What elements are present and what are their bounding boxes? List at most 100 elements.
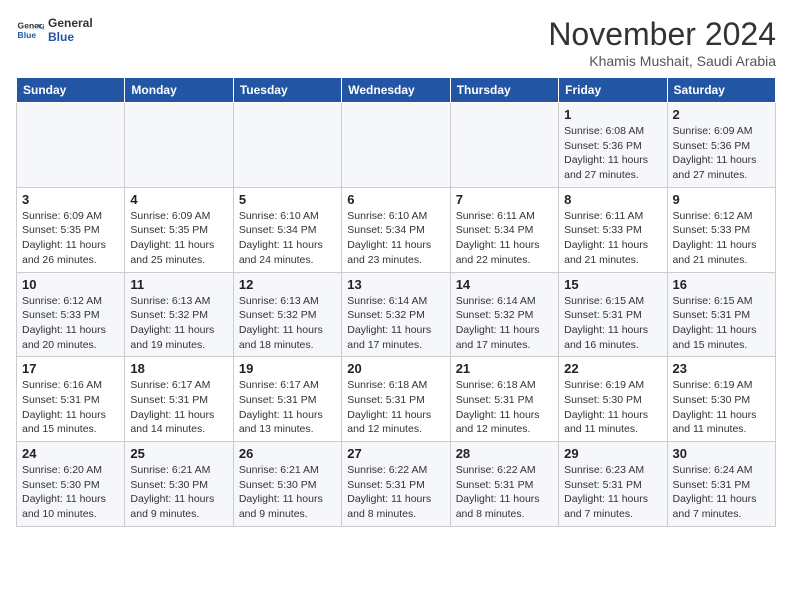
day-number: 1 <box>564 107 661 122</box>
calendar-week-5: 24 Sunrise: 6:20 AMSunset: 5:30 PMDayligh… <box>17 442 776 527</box>
day-number: 19 <box>239 361 336 376</box>
calendar-cell <box>125 103 233 188</box>
day-number: 10 <box>22 277 119 292</box>
logo-icon: General Blue <box>16 16 44 44</box>
calendar-cell: 5Sunrise: 6:10 AMSunset: 5:34 PMDaylight… <box>233 187 341 272</box>
day-number: 8 <box>564 192 661 207</box>
day-number: 3 <box>22 192 119 207</box>
day-header-saturday: Saturday <box>667 78 775 103</box>
day-number: 4 <box>130 192 227 207</box>
calendar-cell: 8 Sunrise: 6:11 AMSunset: 5:33 PMDaylight… <box>559 187 667 272</box>
day-info: Sunrise: 6:10 AMSunset: 5:34 PMDaylight:… <box>239 209 336 268</box>
day-number: 18 <box>130 361 227 376</box>
day-info: Sunrise: 6:19 AMSunset: 5:30 PMDaylight:… <box>564 378 661 437</box>
calendar-cell <box>233 103 341 188</box>
calendar-cell: 3 Sunrise: 6:09 AMSunset: 5:35 PMDaylight… <box>17 187 125 272</box>
page-header: General Blue General Blue November 2024 … <box>16 16 776 69</box>
calendar-cell: 13Sunrise: 6:14 AMSunset: 5:32 PMDayligh… <box>342 272 450 357</box>
day-info: Sunrise: 6:09 AMSunset: 5:35 PMDaylight:… <box>22 209 119 268</box>
calendar-cell: 30 Sunrise: 6:24 AMSunset: 5:31 PMDayligh… <box>667 442 775 527</box>
calendar-cell: 29 Sunrise: 6:23 AMSunset: 5:31 PMDayligh… <box>559 442 667 527</box>
month-title: November 2024 <box>548 16 776 53</box>
calendar-cell: 9 Sunrise: 6:12 AMSunset: 5:33 PMDaylight… <box>667 187 775 272</box>
day-header-monday: Monday <box>125 78 233 103</box>
day-number: 16 <box>673 277 770 292</box>
day-info: Sunrise: 6:19 AMSunset: 5:30 PMDaylight:… <box>673 378 770 437</box>
day-info: Sunrise: 6:22 AMSunset: 5:31 PMDaylight:… <box>456 463 553 522</box>
day-number: 15 <box>564 277 661 292</box>
calendar-cell <box>450 103 558 188</box>
calendar-cell: 27Sunrise: 6:22 AMSunset: 5:31 PMDayligh… <box>342 442 450 527</box>
day-info: Sunrise: 6:11 AMSunset: 5:34 PMDaylight:… <box>456 209 553 268</box>
day-number: 6 <box>347 192 444 207</box>
calendar-week-3: 10 Sunrise: 6:12 AMSunset: 5:33 PMDayligh… <box>17 272 776 357</box>
calendar-cell: 10 Sunrise: 6:12 AMSunset: 5:33 PMDayligh… <box>17 272 125 357</box>
calendar-week-2: 3 Sunrise: 6:09 AMSunset: 5:35 PMDaylight… <box>17 187 776 272</box>
day-info: Sunrise: 6:17 AMSunset: 5:31 PMDaylight:… <box>239 378 336 437</box>
calendar-body: 1 Sunrise: 6:08 AMSunset: 5:36 PMDaylight… <box>17 103 776 527</box>
calendar-cell: 22 Sunrise: 6:19 AMSunset: 5:30 PMDayligh… <box>559 357 667 442</box>
day-number: 11 <box>130 277 227 292</box>
calendar-header-row: SundayMondayTuesdayWednesdayThursdayFrid… <box>17 78 776 103</box>
day-info: Sunrise: 6:13 AMSunset: 5:32 PMDaylight:… <box>239 294 336 353</box>
day-info: Sunrise: 6:12 AMSunset: 5:33 PMDaylight:… <box>673 209 770 268</box>
calendar-cell: 23 Sunrise: 6:19 AMSunset: 5:30 PMDayligh… <box>667 357 775 442</box>
day-number: 30 <box>673 446 770 461</box>
calendar-cell: 25Sunrise: 6:21 AMSunset: 5:30 PMDayligh… <box>125 442 233 527</box>
day-info: Sunrise: 6:23 AMSunset: 5:31 PMDaylight:… <box>564 463 661 522</box>
day-info: Sunrise: 6:18 AMSunset: 5:31 PMDaylight:… <box>347 378 444 437</box>
day-info: Sunrise: 6:16 AMSunset: 5:31 PMDaylight:… <box>22 378 119 437</box>
calendar-cell: 7 Sunrise: 6:11 AMSunset: 5:34 PMDaylight… <box>450 187 558 272</box>
day-header-friday: Friday <box>559 78 667 103</box>
day-number: 29 <box>564 446 661 461</box>
calendar-cell: 20 Sunrise: 6:18 AMSunset: 5:31 PMDayligh… <box>342 357 450 442</box>
logo-blue: Blue <box>48 30 93 44</box>
day-info: Sunrise: 6:12 AMSunset: 5:33 PMDaylight:… <box>22 294 119 353</box>
day-number: 28 <box>456 446 553 461</box>
calendar-cell: 6Sunrise: 6:10 AMSunset: 5:34 PMDaylight… <box>342 187 450 272</box>
day-number: 20 <box>347 361 444 376</box>
day-header-tuesday: Tuesday <box>233 78 341 103</box>
calendar-cell: 18 Sunrise: 6:17 AMSunset: 5:31 PMDayligh… <box>125 357 233 442</box>
calendar-week-4: 17 Sunrise: 6:16 AMSunset: 5:31 PMDayligh… <box>17 357 776 442</box>
calendar-cell: 24 Sunrise: 6:20 AMSunset: 5:30 PMDayligh… <box>17 442 125 527</box>
calendar-cell <box>17 103 125 188</box>
day-info: Sunrise: 6:17 AMSunset: 5:31 PMDaylight:… <box>130 378 227 437</box>
calendar-cell: 26Sunrise: 6:21 AMSunset: 5:30 PMDayligh… <box>233 442 341 527</box>
day-number: 13 <box>347 277 444 292</box>
location-subtitle: Khamis Mushait, Saudi Arabia <box>548 53 776 69</box>
day-info: Sunrise: 6:14 AMSunset: 5:32 PMDaylight:… <box>456 294 553 353</box>
day-info: Sunrise: 6:11 AMSunset: 5:33 PMDaylight:… <box>564 209 661 268</box>
day-number: 2 <box>673 107 770 122</box>
day-info: Sunrise: 6:18 AMSunset: 5:31 PMDaylight:… <box>456 378 553 437</box>
day-info: Sunrise: 6:15 AMSunset: 5:31 PMDaylight:… <box>673 294 770 353</box>
day-number: 7 <box>456 192 553 207</box>
day-number: 12 <box>239 277 336 292</box>
day-number: 24 <box>22 446 119 461</box>
calendar-cell: 11Sunrise: 6:13 AMSunset: 5:32 PMDayligh… <box>125 272 233 357</box>
svg-text:General: General <box>18 21 44 31</box>
calendar-cell: 19 Sunrise: 6:17 AMSunset: 5:31 PMDayligh… <box>233 357 341 442</box>
day-number: 25 <box>130 446 227 461</box>
calendar-cell: 16 Sunrise: 6:15 AMSunset: 5:31 PMDayligh… <box>667 272 775 357</box>
day-header-wednesday: Wednesday <box>342 78 450 103</box>
day-info: Sunrise: 6:24 AMSunset: 5:31 PMDaylight:… <box>673 463 770 522</box>
day-number: 22 <box>564 361 661 376</box>
day-number: 14 <box>456 277 553 292</box>
day-info: Sunrise: 6:15 AMSunset: 5:31 PMDaylight:… <box>564 294 661 353</box>
calendar-cell: 21Sunrise: 6:18 AMSunset: 5:31 PMDayligh… <box>450 357 558 442</box>
day-info: Sunrise: 6:20 AMSunset: 5:30 PMDaylight:… <box>22 463 119 522</box>
day-number: 27 <box>347 446 444 461</box>
calendar-week-1: 1 Sunrise: 6:08 AMSunset: 5:36 PMDaylight… <box>17 103 776 188</box>
day-info: Sunrise: 6:21 AMSunset: 5:30 PMDaylight:… <box>239 463 336 522</box>
day-info: Sunrise: 6:08 AMSunset: 5:36 PMDaylight:… <box>564 124 661 183</box>
day-number: 17 <box>22 361 119 376</box>
calendar-cell <box>342 103 450 188</box>
day-info: Sunrise: 6:09 AMSunset: 5:35 PMDaylight:… <box>130 209 227 268</box>
day-header-sunday: Sunday <box>17 78 125 103</box>
day-info: Sunrise: 6:09 AMSunset: 5:36 PMDaylight:… <box>673 124 770 183</box>
calendar-cell: 28 Sunrise: 6:22 AMSunset: 5:31 PMDayligh… <box>450 442 558 527</box>
calendar-cell: 14 Sunrise: 6:14 AMSunset: 5:32 PMDayligh… <box>450 272 558 357</box>
day-number: 23 <box>673 361 770 376</box>
day-number: 9 <box>673 192 770 207</box>
